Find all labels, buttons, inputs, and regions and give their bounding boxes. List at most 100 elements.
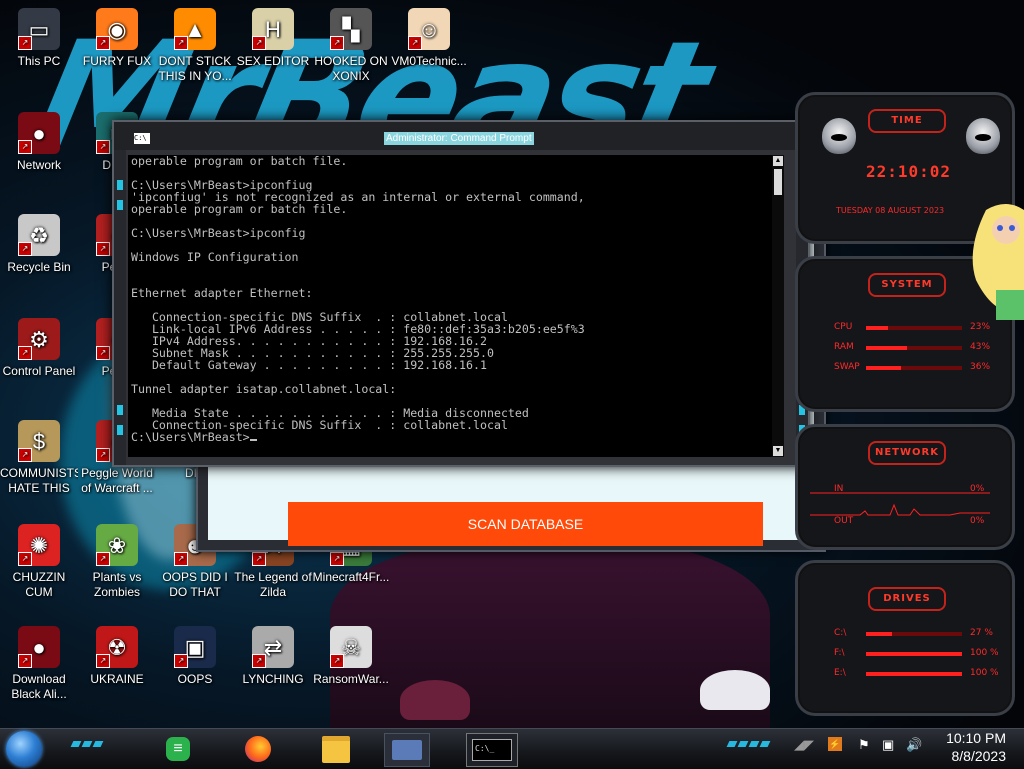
cmd-scrollbar-thumb[interactable] — [774, 169, 782, 195]
shortcut-arrow-icon: ↗ — [174, 654, 188, 668]
scroll-down-icon[interactable]: ▼ — [773, 446, 783, 456]
desktop-icon[interactable]: ▲ ↗ DONT STICK THIS IN YO... — [156, 8, 234, 84]
desktop-icon[interactable]: ✺ ↗ CHUZZIN CUM — [0, 524, 78, 600]
money-bag-icon: $ ↗ — [18, 420, 60, 462]
desktop-icon-label: LYNCHING — [242, 672, 304, 686]
widget-row-label: RAM — [834, 342, 854, 352]
widget-row-value: 100 % — [970, 648, 999, 658]
cmd-title-bar[interactable]: C:\ Administrator: Command Prompt — [114, 122, 808, 150]
desktop-icon[interactable]: ▚ ↗ HOOKED ON XONIX — [312, 8, 390, 84]
cmd-cursor — [249, 439, 257, 441]
desktop-icon-label: DONT STICK THIS IN YO... — [158, 54, 232, 83]
desktop-icon-label: SEX EDITOR — [236, 54, 310, 68]
desktop-icon-label: OOPS DID I DO THAT — [162, 570, 228, 599]
this-pc-icon: ▭ ↗ — [18, 8, 60, 50]
widget-clock-time: 22:10:02 — [866, 162, 952, 181]
widget-level-bar — [866, 346, 962, 350]
cmd-scrollbar[interactable]: ▲ ▼ — [772, 155, 784, 457]
desktop-icon[interactable]: ☠ ↗ RansomWar... — [312, 626, 390, 687]
skull-icon: ☠ ↗ — [330, 626, 372, 668]
alien-head-icon — [966, 118, 1000, 154]
folder-icon[interactable] — [314, 733, 358, 765]
desktop-icon[interactable]: ▣ ↗ OOPS — [156, 626, 234, 687]
shortcut-arrow-icon: ↗ — [96, 36, 110, 50]
desktop-icon[interactable]: H ↗ SEX EDITOR — [234, 8, 312, 69]
desktop-icon[interactable]: ☢ ↗ UKRAINE — [78, 626, 156, 687]
widget-row-value: 100 % — [970, 668, 999, 678]
desktop-icon[interactable]: ● ↗ Download Black Ali... — [0, 626, 78, 702]
control-panel-icon: ⚙ ↗ — [18, 318, 60, 360]
desktop-icon[interactable]: ♻ ↗ Recycle Bin — [0, 214, 78, 275]
server-icon[interactable] — [384, 733, 430, 767]
shortcut-arrow-icon: ↗ — [252, 552, 266, 566]
desktop-icon[interactable]: $↗ COMMUNISTS HATE THIS G... — [0, 420, 78, 496]
volume-icon[interactable]: 🔊 — [906, 737, 922, 753]
desktop-icon[interactable]: ❀ ↗ Plants vs Zombies — [78, 524, 156, 600]
widget-level-bar — [866, 326, 962, 330]
command-prompt-window[interactable]: C:\ Administrator: Command Prompt operab… — [112, 120, 810, 467]
shortcut-arrow-icon: ↗ — [330, 36, 344, 50]
taskbar-clock[interactable]: 10:10 PM 8/8/2023 — [946, 729, 1006, 765]
doctor-icon: ☺ ↗ — [408, 8, 450, 50]
taskbar: ≡ C:\_ ◢◤ ⚡ ⚑ ▣ 🔊 10:10 PM 8/8/2023 — [0, 728, 1024, 769]
desktop-icon-label: COMMUNISTS HATE THIS G... — [0, 466, 78, 495]
shortcut-arrow-icon: ↗ — [18, 448, 32, 462]
drives-widget: DRIVES — [795, 560, 1015, 716]
tray-app-icon[interactable]: ⚡ — [828, 737, 842, 751]
widget-row-label: IN — [834, 484, 844, 494]
scan-database-button[interactable]: SCAN DATABASE — [288, 502, 763, 546]
desktop-icon-label: FURRY FUX — [82, 54, 152, 68]
desktop-icon-label: Download Black Ali... — [11, 672, 67, 701]
scroll-up-icon[interactable]: ▲ — [773, 156, 783, 166]
taskbar-accent — [70, 741, 104, 749]
firefox-icon[interactable] — [236, 733, 280, 765]
time-widget-header: TIME — [868, 109, 946, 133]
widget-row-label: F:\ — [834, 648, 845, 658]
network-status-icon[interactable]: ▣ — [882, 737, 894, 753]
widget-row-label: OUT — [834, 516, 854, 526]
cartoon-character-sticker — [972, 204, 1024, 320]
cmd-window-icon[interactable]: C:\ — [134, 133, 150, 144]
desktop-icon-label: Minecraft4Fr... — [312, 570, 390, 584]
wallpaper-boot — [400, 680, 470, 720]
desktop-icon-label: The Legend of Zilda — [234, 570, 312, 599]
shortcut-arrow-icon: ↗ — [18, 552, 32, 566]
widget-row-label: CPU — [834, 322, 853, 332]
cmd-icon[interactable]: C:\_ — [466, 733, 518, 767]
cmd-console-output[interactable]: operable program or batch file. C:\Users… — [128, 155, 784, 457]
network-widget-header: NETWORK — [868, 441, 946, 465]
desktop-icon-label: CHUZZIN CUM — [12, 570, 66, 599]
taskbar-date: 8/8/2023 — [951, 748, 1007, 764]
monitor-icon: ▣ ↗ — [174, 626, 216, 668]
desktop-icon-label: This PC — [17, 54, 61, 68]
radiation-icon: ☢ ↗ — [96, 626, 138, 668]
tray-flag-icon[interactable]: ⚑ — [858, 737, 870, 753]
desktop-icon[interactable]: ● ↗ Network — [0, 112, 78, 173]
widget-row-value: 0% — [970, 484, 985, 494]
shortcut-arrow-icon: ↗ — [18, 36, 32, 50]
drives-widget-header: DRIVES — [868, 587, 946, 611]
cmd-output-text: operable program or batch file. C:\Users… — [131, 155, 585, 444]
cmd-prompt[interactable]: C:\Users\MrBeast> — [131, 430, 250, 444]
shortcut-arrow-icon: ↗ — [174, 36, 188, 50]
shortcut-arrow-icon: ↗ — [18, 140, 32, 154]
desktop-icon[interactable]: ◉ ↗ FURRY FUX — [78, 8, 156, 69]
shortcut-arrow-icon: ↗ — [252, 36, 266, 50]
widget-clock-date: TUESDAY 08 AUGUST 2023 — [836, 206, 945, 215]
cmd-window-title: Administrator: Command Prompt — [384, 132, 534, 145]
desktop-icon-label: UKRAINE — [90, 672, 144, 686]
taskbar-time: 10:10 PM — [946, 730, 1006, 746]
windows-orb-icon[interactable] — [6, 731, 42, 767]
widget-row-label: E:\ — [834, 668, 846, 678]
vlc-cone-icon: ▲ ↗ — [174, 8, 216, 50]
desktop-icon-label: Control Panel — [2, 364, 76, 378]
shortcut-arrow-icon: ↗ — [330, 552, 344, 566]
widget-row-value: 23% — [970, 322, 991, 332]
desktop-icon-label: Peggle World of Warcraft ... — [81, 466, 153, 495]
desktop-icon[interactable]: ⇄ ↗ LYNCHING — [234, 626, 312, 687]
desktop-icon[interactable]: ⚙ ↗ Control Panel — [0, 318, 78, 379]
feedly-icon[interactable]: ≡ — [156, 733, 200, 765]
desktop-icon[interactable]: ▭ ↗ This PC — [0, 8, 78, 69]
desktop-icon[interactable]: ☺ ↗ VM0Technic... — [390, 8, 468, 69]
network-share-icon: ⇄ ↗ — [252, 626, 294, 668]
